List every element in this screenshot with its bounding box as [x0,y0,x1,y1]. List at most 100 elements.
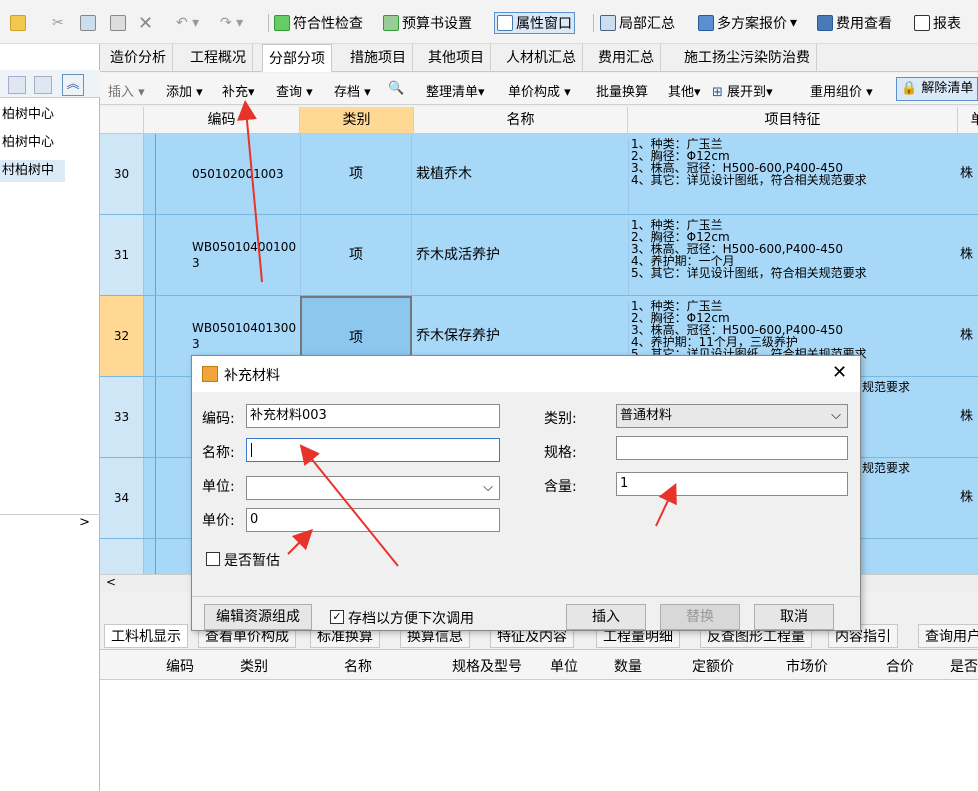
tab-other-items[interactable]: 其他项目 [422,44,491,72]
redo-icon[interactable]: ↷ ▾ [220,12,243,34]
content-field[interactable]: 1 [616,472,848,496]
scroll-left-icon[interactable]: < [106,575,116,589]
col-unit[interactable]: 单位 [550,656,578,676]
tree-item-selected[interactable]: 村柏树中 [0,160,65,182]
col-category[interactable]: 类别 [240,656,268,676]
row-name[interactable]: 乔木成活养护 [416,215,626,295]
tab-labor-material-display[interactable]: 工料机显示 [104,624,188,648]
supplement-menu[interactable]: 补充▾ [222,81,255,100]
close-icon[interactable]: ✕ [832,362,847,383]
col-market-price[interactable]: 市场价 [786,656,828,676]
others-menu[interactable]: 其他▾ [668,81,701,100]
col-quantity[interactable]: 数量 [614,656,642,676]
row-code[interactable]: WB050104001003 [192,215,298,295]
row-number[interactable]: 33 [100,377,144,457]
unit-price-composition-menu[interactable]: 单价构成 ▾ [508,81,571,100]
table-row[interactable]: 30 050102001003 项 栽植乔木 1、种类：广玉兰 2、胸径：Φ12c… [100,134,978,215]
row-number[interactable]: 32 [100,296,144,376]
col-is[interactable]: 是否 [950,656,978,676]
cost-view-button[interactable]: 费用查看 [817,12,892,34]
tab-dust-prevention[interactable]: 施工扬尘污染防治费 [678,44,817,72]
col-total[interactable]: 合价 [886,656,914,676]
add-menu[interactable]: 添加 ▾ [166,81,203,100]
tree-item[interactable]: 柏树中心 [0,132,54,154]
col-quota-price[interactable]: 定额价 [692,656,734,676]
row-number[interactable]: 31 [100,215,144,295]
row-features[interactable]: 1、种类：广玉兰 2、胸径：Φ12cm 3、株高、冠径：H500-600,P400-… [628,219,954,295]
code-field[interactable]: 补充材料003 [246,404,500,428]
provisional-label: 是否暂估 [224,553,280,569]
partial-summary-button[interactable]: 局部汇总 [600,12,675,34]
table-row[interactable]: 31 WB050104001003 项 乔木成活养护 1、种类：广玉兰 2、胸径：… [100,215,978,296]
tab-sub-items[interactable]: 分部分项 [262,44,332,72]
col-name[interactable]: 名称 [344,656,372,676]
unlock-list-button[interactable]: 🔒 解除清单 [896,77,978,101]
header-name[interactable]: 名称 [414,107,628,134]
replace-button[interactable]: 替换 [660,604,740,630]
row-category[interactable]: 项 [300,134,412,214]
row-unit[interactable]: 株 [960,458,973,538]
name-field[interactable] [246,438,500,462]
archive-menu[interactable]: 存档 ▾ [334,81,371,100]
scroll-right-icon[interactable]: > [0,514,100,534]
query-menu[interactable]: 查询 ▾ [276,81,313,100]
tab-labor-material-summary[interactable]: 人材机汇总 [500,44,583,72]
property-window-button[interactable]: 属性窗口 [494,12,575,34]
row-features[interactable]: 1、种类：广玉兰 2、胸径：Φ12cm 3、株高、冠径：H500-600,P400-… [628,138,954,214]
spec-field[interactable] [616,436,848,460]
row-category[interactable]: 项 [300,215,412,295]
find-icon[interactable]: 🔍 [388,81,404,96]
unit-select[interactable]: ⌵ [246,476,500,500]
row-name[interactable]: 栽植乔木 [416,134,626,214]
row-unit[interactable]: 株 [960,296,973,376]
compliance-check-button[interactable]: 符合性检查 [274,12,363,34]
reuse-price-menu[interactable]: 重用组价 ▾ [810,81,873,100]
col-code[interactable]: 编码 [166,656,194,676]
report-button[interactable]: 报表 [914,12,961,34]
tab-cost-summary[interactable]: 费用汇总 [592,44,661,72]
tree-item[interactable]: 柏树中心 [0,104,54,126]
expand-to-menu[interactable]: ⊞ 展开到▾ [712,81,773,100]
archive-checkbox[interactable]: ✓ [330,610,344,624]
copy-icon[interactable] [80,12,96,34]
price-label: 单价: [202,513,235,529]
undo-icon[interactable]: ↶ ▾ [176,12,199,34]
header-unit[interactable]: 单 [958,107,978,134]
tab-query-user[interactable]: 查询用户 [918,624,978,648]
paste-icon[interactable] [110,12,126,34]
multi-scheme-quote-button[interactable]: 多方案报价 ▾ [698,12,797,34]
tidy-list-menu[interactable]: 整理清单▾ [426,81,485,100]
batch-convert-button[interactable]: 批量换算 [596,81,648,100]
price-field[interactable]: 0 [246,508,500,532]
chevron-down-icon[interactable]: ⌵ [483,477,493,499]
row-unit[interactable]: 株 [960,134,973,214]
header-category[interactable]: 类别 [300,107,414,134]
row-unit[interactable]: 株 [960,377,973,457]
tab-measures[interactable]: 措施项目 [344,44,413,72]
header-code[interactable]: 编码 [144,107,300,134]
collapse-icon[interactable]: ︽ [62,74,84,96]
edit-resource-button[interactable]: 编辑资源组成 [204,604,312,630]
dialog-title: 补充材料 [224,368,280,384]
insert-menu[interactable]: 插入 ▾ [108,81,145,100]
folder-icon[interactable] [10,12,26,34]
tab-project-overview[interactable]: 工程概况 [184,44,253,72]
sub-toolbar: 插入 ▾ 添加 ▾ 补充▾ 查询 ▾ 存档 ▾ 🔍 整理清单▾ 单价构成 ▾ 批… [100,73,978,105]
insert-button[interactable]: 插入 [566,604,646,630]
row-number[interactable]: 34 [100,458,144,538]
tab-cost-analysis[interactable]: 造价分析 [104,44,173,72]
row-unit[interactable]: 株 [960,215,973,295]
col-spec[interactable]: 规格及型号 [452,656,522,676]
row-number[interactable]: 30 [100,134,144,214]
provisional-checkbox[interactable] [206,552,220,566]
cancel-button[interactable]: 取消 [754,604,834,630]
chevron-down-icon[interactable]: ⌵ [831,405,841,427]
delete-icon[interactable]: ✕ [138,12,153,34]
category-select[interactable]: 普通材料 ⌵ [616,404,848,428]
row-code[interactable]: 050102001003 [192,134,298,214]
header-features[interactable]: 项目特征 [628,107,958,134]
budget-settings-button[interactable]: 预算书设置 [383,12,472,34]
cut-icon[interactable]: ✂ [52,12,64,34]
move-up-icon[interactable] [8,76,26,94]
move-down-icon[interactable] [34,76,52,94]
